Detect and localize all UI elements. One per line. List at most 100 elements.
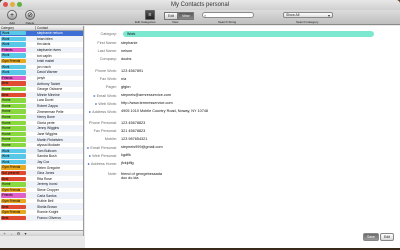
search-icon: ⌕ xyxy=(204,13,207,18)
contact-name-cell: Zimmerman Pelle xyxy=(37,109,64,114)
search-string-label: Search String xyxy=(218,20,237,24)
app-window: My Contacts personal + Add ⊘ Delete ≡ Ed… xyxy=(0,0,400,248)
category-value-badge[interactable]: Work xyxy=(123,31,374,37)
field-label-text: Web Personal: xyxy=(92,153,117,158)
detail-field: Fax Personal: 321 45678823 xyxy=(85,128,146,134)
view-mode-button[interactable]: View xyxy=(178,12,194,20)
category-badge: Work xyxy=(1,154,26,159)
add-icon: + xyxy=(7,10,17,20)
contact-name-cell: David Warner xyxy=(37,70,58,75)
view-label: View xyxy=(172,20,179,24)
contact-name-cell: Steve Cropper xyxy=(37,187,59,192)
add-button[interactable]: + Add xyxy=(4,10,20,25)
field-value[interactable]: n/a xyxy=(119,77,126,81)
field-value[interactable]: doobs xyxy=(119,57,131,61)
category-cell: Best xyxy=(0,176,36,181)
category-badge: Work xyxy=(1,42,26,47)
contact-name-cell: kristi mabel xyxy=(37,59,55,64)
category-cell: Home xyxy=(0,142,36,148)
contact-name-cell: Jane Wiggins xyxy=(37,131,58,136)
field-value[interactable]: 123 987654321 xyxy=(119,137,147,141)
field-value[interactable]: stephanie xyxy=(119,41,137,45)
note-label: Note: xyxy=(107,172,117,176)
field-label: Fax Work: xyxy=(85,77,119,81)
detail-field: First Name: stephanie xyxy=(85,40,137,46)
category-cell: Home xyxy=(0,98,36,103)
category-badge: Gym Friends xyxy=(1,187,26,193)
field-value[interactable]: stepneis999@gmail.com xyxy=(119,145,163,149)
contact-name-cell: Sheila Brown xyxy=(37,204,57,209)
category-badge: Work xyxy=(1,159,26,165)
chevron-down-icon[interactable]: ▾ xyxy=(23,231,28,236)
category-badge: Best xyxy=(1,176,26,181)
category-badge: Best xyxy=(1,204,26,209)
field-label-text: Address Home: xyxy=(90,161,117,166)
category-badge: Gym Friends xyxy=(1,59,26,64)
category-cell: Home xyxy=(0,103,36,109)
field-value[interactable]: stepneis@armresservice.com xyxy=(119,93,171,97)
detail-field: Phone Work: 123 4567891 xyxy=(85,68,143,74)
field-label: ▸Email Work: xyxy=(85,93,119,98)
zoom-window-button[interactable] xyxy=(17,2,22,7)
note-value[interactable]: friend of georgebessada doc do ida xyxy=(119,172,162,180)
contact-name-cell: Anthony Tacket xyxy=(37,81,61,86)
delete-button-label: Delete xyxy=(25,20,35,25)
category-column-header[interactable]: Category xyxy=(0,26,36,30)
edit-mode-button[interactable]: Edit xyxy=(164,12,179,20)
field-value[interactable]: 4905 1010 Mobile Country Road, Noway, NY… xyxy=(119,109,208,113)
category-cell: Friends xyxy=(0,75,36,81)
category-cell: Home xyxy=(0,109,36,114)
gear-icon[interactable]: ⚙ xyxy=(16,231,21,236)
field-value[interactable]: 123 4567891 xyxy=(119,69,143,73)
category-cell: Gym Friends xyxy=(0,165,36,170)
contact-name-cell: alyssa Mcdavin xyxy=(37,143,61,148)
list-item[interactable]: Best Franco Oliveros xyxy=(0,215,83,222)
field-label: ▸Address Work: xyxy=(85,109,119,114)
field-label: Phone Personal: xyxy=(85,121,119,125)
category-badge: Work xyxy=(1,70,26,75)
save-button[interactable]: Save xyxy=(362,233,379,241)
field-label: Company: xyxy=(85,57,119,61)
contact-column-header[interactable]: Contact xyxy=(36,26,83,30)
category-cell: Home xyxy=(0,182,36,187)
contact-name-cell: George Osborne xyxy=(37,87,63,92)
field-label-text: Address Work: xyxy=(92,109,117,114)
category-badge: Home xyxy=(1,120,26,125)
category-badge: Home xyxy=(1,109,26,114)
category-badge: Best xyxy=(1,81,26,86)
close-window-button[interactable] xyxy=(3,2,8,7)
edit-button[interactable]: Edit xyxy=(379,233,394,241)
field-value[interactable]: http://www.termresservice.com xyxy=(119,101,173,105)
field-label-text: First Name: xyxy=(97,41,117,45)
category-badge: Home xyxy=(1,126,26,131)
category-badge: Friends xyxy=(1,75,26,81)
edit-categories-button[interactable]: ≡ xyxy=(142,10,158,20)
add-row-button[interactable]: + xyxy=(2,231,7,236)
add-button-label: Add xyxy=(9,20,15,25)
field-label-text: Pager: xyxy=(105,85,117,89)
search-input[interactable]: ⌕ xyxy=(202,12,254,18)
field-value[interactable]: jfckjdfig xyxy=(119,161,134,165)
field-label-text: Email Work: xyxy=(96,93,117,98)
toolbar: + Add ⊘ Delete ≡ Edit Categories Edit Vi… xyxy=(0,10,400,25)
field-value[interactable]: gfgbn xyxy=(119,85,131,89)
category-cell: Work xyxy=(0,53,36,58)
field-label: Last Name: xyxy=(85,49,119,53)
field-value[interactable]: 321 45678823 xyxy=(119,129,145,133)
contact-name-cell: Henry Bone xyxy=(37,115,55,120)
field-label-text: Company: xyxy=(99,57,117,61)
field-value[interactable]: 123 45678823 xyxy=(119,121,145,125)
category-cell: Gym Friends xyxy=(0,198,36,204)
delete-button[interactable]: ⊘ Delete xyxy=(22,10,38,25)
minimize-window-button[interactable] xyxy=(10,2,15,7)
category-cell: Best xyxy=(0,215,36,221)
category-filter-select[interactable]: Show All ▾ xyxy=(283,12,333,18)
field-value[interactable]: nelson xyxy=(119,49,132,53)
remove-row-button[interactable]: - xyxy=(9,231,14,236)
category-badge: Home xyxy=(1,131,26,137)
category-cell: Home xyxy=(0,126,36,131)
field-value[interactable]: kgdflk xyxy=(119,153,131,157)
chevron-down-icon: ▾ xyxy=(327,13,330,18)
window-controls xyxy=(3,2,22,7)
contact-name-cell: Robert Zappa xyxy=(37,104,58,109)
